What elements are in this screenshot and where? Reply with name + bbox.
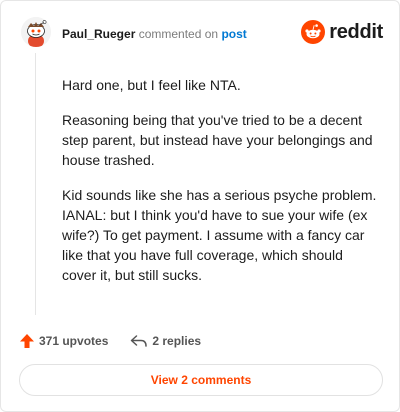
comment-paragraph: Kid sounds like she has a serious psyche… — [62, 187, 377, 283]
upvote-count: 371 upvotes — [39, 334, 109, 348]
snoo-avatar-icon[interactable] — [21, 17, 51, 47]
comment-card: Paul_Rueger commented on post reddit Har… — [0, 0, 400, 412]
action-text: commented on — [138, 27, 219, 41]
thread-line[interactable] — [35, 53, 36, 315]
replies-button[interactable]: 2 replies — [130, 333, 201, 349]
post-link[interactable]: post — [221, 27, 246, 41]
view-comments-button[interactable]: View 2 comments — [19, 364, 383, 396]
replies-count: 2 replies — [152, 334, 202, 348]
comment-meta: Paul_Rueger commented on post — [62, 27, 247, 41]
comment-actions: 371 upvotes 2 replies — [19, 332, 201, 350]
reddit-logo-icon — [301, 20, 326, 44]
reddit-logo[interactable]: reddit — [301, 19, 383, 45]
upvote-button[interactable]: 371 upvotes — [19, 333, 108, 349]
reddit-wordmark: reddit — [329, 20, 383, 43]
reply-arrow-icon — [131, 335, 148, 347]
username-link[interactable]: Paul_Rueger — [62, 27, 135, 41]
comment-paragraph: Reasoning being that you've tried to be … — [62, 112, 373, 168]
comment-header: Paul_Rueger commented on post reddit — [21, 17, 383, 51]
upvote-arrow-icon — [20, 334, 34, 348]
comment-paragraph: Hard one, but I feel like NTA. — [62, 77, 241, 93]
comment-body: Hard one, but I feel like NTA. Reasoning… — [62, 75, 380, 300]
